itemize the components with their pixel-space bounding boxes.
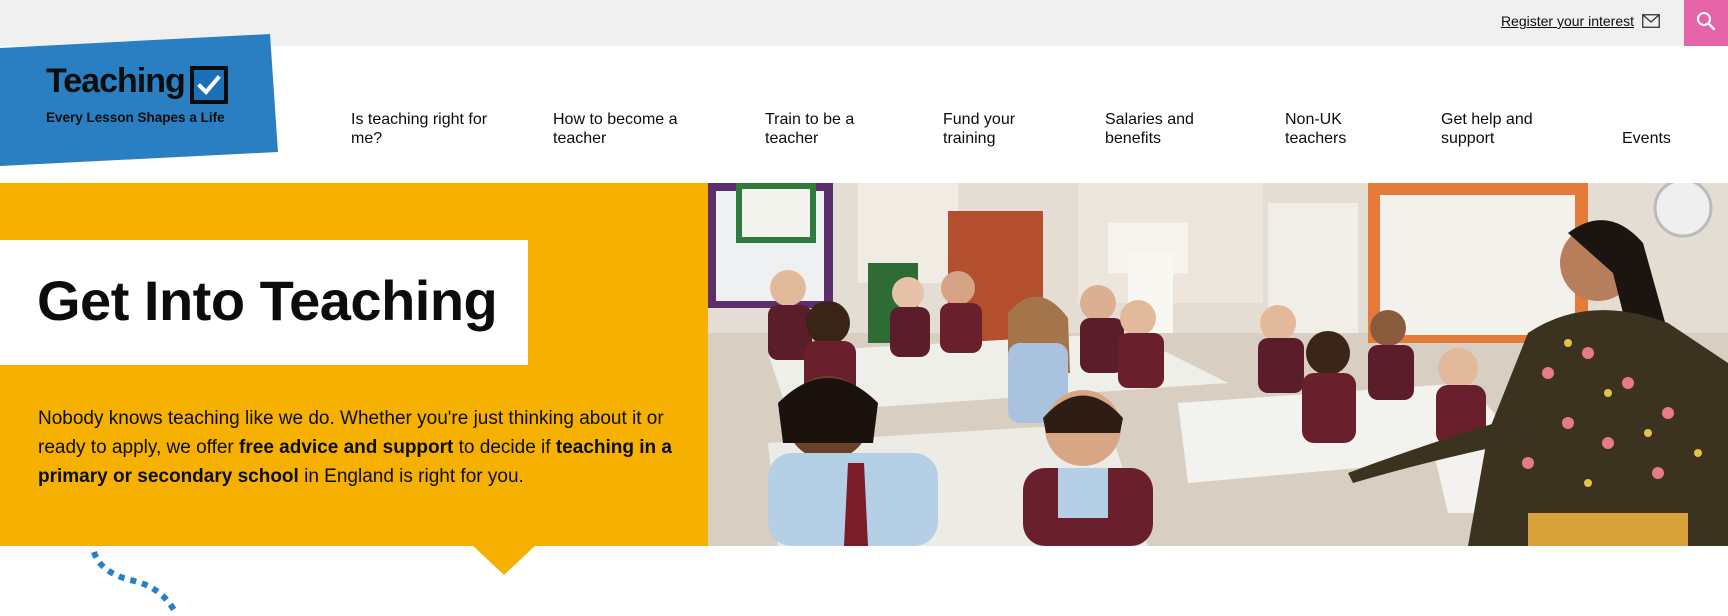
hero-bold-part-1: free advice and support <box>239 437 454 458</box>
nav-item-how-to-become[interactable]: How to become a teacher <box>553 110 693 148</box>
nav-item-non-uk-teachers[interactable]: Non-UK teachers <box>1285 110 1365 148</box>
dotted-line-decoration <box>91 550 177 612</box>
main-navigation: Is teaching right for me? How to become … <box>0 110 1728 150</box>
hero-pointer <box>472 545 536 575</box>
nav-item-help-support[interactable]: Get help and support <box>1441 110 1551 148</box>
nav-item-train-to-be[interactable]: Train to be a teacher <box>765 110 865 148</box>
classroom-photo <box>708 183 1728 546</box>
hero-text-part-3: in England is right for you. <box>298 466 524 487</box>
nav-item-events[interactable]: Events <box>1622 129 1682 148</box>
register-interest-link[interactable]: Register your interest <box>1501 13 1660 29</box>
checkmark-icon <box>190 66 228 104</box>
search-button[interactable] <box>1684 0 1728 46</box>
logo-title: Teaching <box>46 62 186 100</box>
mail-icon <box>1642 14 1660 28</box>
nav-item-fund-training[interactable]: Fund your training <box>943 110 1033 148</box>
nav-item-salaries-benefits[interactable]: Salaries and benefits <box>1105 110 1205 148</box>
nav-item-is-teaching-right[interactable]: Is teaching right for me? <box>351 110 501 148</box>
search-icon <box>1696 11 1716 36</box>
hero-description: Nobody knows teaching like we do. Whethe… <box>38 404 678 491</box>
hero-text-part-2: to decide if <box>453 437 556 458</box>
page-title: Get Into Teaching <box>37 269 498 332</box>
register-interest-label: Register your interest <box>1500 13 1634 29</box>
